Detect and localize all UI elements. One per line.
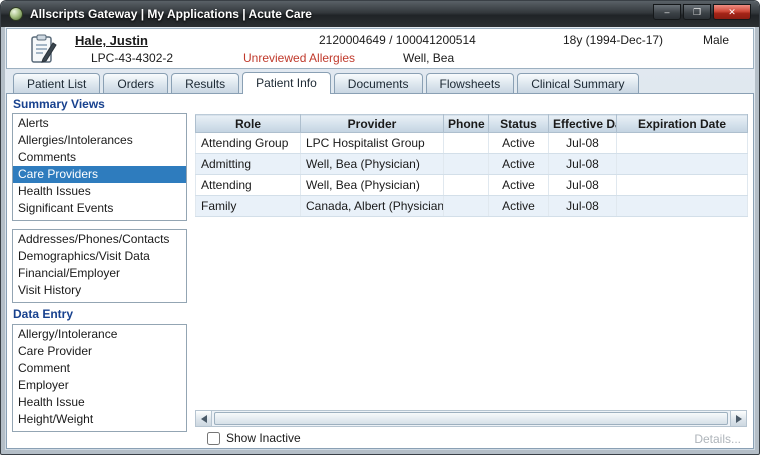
entry-item-health-issue[interactable]: Health Issue <box>13 394 186 411</box>
care-providers-table: Role Provider Phone Status Effective Dat… <box>195 114 748 217</box>
tab-orders[interactable]: Orders <box>103 73 169 93</box>
cell-phone <box>443 195 489 217</box>
table-row[interactable]: Family Canada, Albert (Physician) Active… <box>195 195 748 217</box>
cell-provider: Well, Bea (Physician) <box>300 153 444 175</box>
sidebar-item-demographics-visit-data[interactable]: Demographics/Visit Data <box>13 248 186 265</box>
client-area: Hale, Justin LPC-43-4302-2 2120004649 / … <box>5 27 755 450</box>
summary-views-list: Alerts Allergies/Intolerances Comments C… <box>12 113 187 221</box>
horizontal-scrollbar[interactable] <box>195 410 747 427</box>
attending-provider: Well, Bea <box>403 51 455 65</box>
sidebar-item-significant-events[interactable]: Significant Events <box>13 200 186 217</box>
cell-expiration-date <box>616 153 748 175</box>
summary-views-label: Summary Views <box>13 97 105 111</box>
sidebar-item-financial-employer[interactable]: Financial/Employer <box>13 265 186 282</box>
cell-provider: Canada, Albert (Physician) <box>300 195 444 217</box>
sidebar-item-comments[interactable]: Comments <box>13 149 186 166</box>
cell-role: Attending Group <box>195 132 301 154</box>
tab-clinical-summary[interactable]: Clinical Summary <box>517 73 639 93</box>
sidebar-item-visit-history[interactable]: Visit History <box>13 282 186 299</box>
sidebar-item-health-issues[interactable]: Health Issues <box>13 183 186 200</box>
cell-role: Admitting <box>195 153 301 175</box>
patient-sex: Male <box>702 33 729 47</box>
cell-provider: Well, Bea (Physician) <box>300 174 444 196</box>
show-inactive-control: Show Inactive <box>207 431 301 445</box>
scroll-right-button[interactable] <box>730 411 746 426</box>
cell-status: Active <box>488 174 549 196</box>
patient-info-panel: Summary Views Alerts Allergies/Intoleran… <box>6 93 754 449</box>
cell-expiration-date <box>616 132 748 154</box>
entry-item-comment[interactable]: Comment <box>13 360 186 377</box>
table-header-row: Role Provider Phone Status Effective Dat… <box>195 114 748 133</box>
table-row[interactable]: Admitting Well, Bea (Physician) Active J… <box>195 153 748 175</box>
sidebar-item-alerts[interactable]: Alerts <box>13 115 186 132</box>
cell-effective-date: Jul-08 <box>548 195 617 217</box>
cell-status: Active <box>488 132 549 154</box>
cell-provider: LPC Hospitalist Group <box>300 132 444 154</box>
scroll-left-button[interactable] <box>196 411 212 426</box>
info-views-list: Addresses/Phones/Contacts Demographics/V… <box>12 229 187 303</box>
scroll-right-icon <box>735 414 742 423</box>
cell-phone <box>443 153 489 175</box>
maximize-button[interactable]: ❐ <box>683 4 711 20</box>
column-header-provider[interactable]: Provider <box>300 114 444 133</box>
column-header-expiration-date[interactable]: Expiration Date <box>616 114 748 133</box>
cell-role: Family <box>195 195 301 217</box>
sidebar-item-allergies-intolerances[interactable]: Allergies/Intolerances <box>13 132 186 149</box>
entry-item-height-weight[interactable]: Height/Weight <box>13 411 186 428</box>
cell-status: Active <box>488 153 549 175</box>
cell-phone <box>443 174 489 196</box>
cell-phone <box>443 132 489 154</box>
cell-role: Attending <box>195 174 301 196</box>
table-row[interactable]: Attending Well, Bea (Physician) Active J… <box>195 174 748 196</box>
account-number: 2120004649 / 100041200514 <box>319 33 476 47</box>
column-header-effective-date[interactable]: Effective Date <box>548 114 617 133</box>
cell-effective-date: Jul-08 <box>548 132 617 154</box>
scroll-left-icon <box>200 414 207 423</box>
tab-patient-info[interactable]: Patient Info <box>242 72 331 94</box>
column-header-role[interactable]: Role <box>195 114 301 133</box>
tab-documents[interactable]: Documents <box>333 73 423 93</box>
entry-item-care-provider[interactable]: Care Provider <box>13 343 186 360</box>
window-title: Allscripts Gateway | My Applications | A… <box>30 7 312 21</box>
cell-effective-date: Jul-08 <box>548 174 617 196</box>
tab-results[interactable]: Results <box>171 73 240 93</box>
cell-expiration-date <box>616 174 748 196</box>
entry-item-employer[interactable]: Employer <box>13 377 186 394</box>
cell-expiration-date <box>616 195 748 217</box>
patient-chart-icon <box>29 34 57 67</box>
data-entry-list: Allergy/Intolerance Care Provider Commen… <box>12 324 187 432</box>
minimize-button[interactable]: – <box>653 4 681 20</box>
show-inactive-label: Show Inactive <box>226 431 301 445</box>
sidebar-item-care-providers[interactable]: Care Providers <box>13 166 186 183</box>
details-link[interactable]: Details... <box>694 432 741 446</box>
column-header-status[interactable]: Status <box>488 114 549 133</box>
app-icon <box>9 7 23 21</box>
cell-status: Active <box>488 195 549 217</box>
table-row[interactable]: Attending Group LPC Hospitalist Group Ac… <box>195 132 748 154</box>
allergy-alert[interactable]: Unreviewed Allergies <box>243 51 355 65</box>
app-window: Allscripts Gateway | My Applications | A… <box>0 0 760 455</box>
sidebar-item-addresses-phones-contacts[interactable]: Addresses/Phones/Contacts <box>13 231 186 248</box>
title-bar[interactable]: Allscripts Gateway | My Applications | A… <box>1 1 759 27</box>
close-button[interactable]: ✕ <box>713 4 751 20</box>
show-inactive-checkbox[interactable] <box>207 431 220 445</box>
data-entry-label: Data Entry <box>13 307 74 321</box>
tab-strip: Patient List Orders Results Patient Info… <box>13 72 753 94</box>
tab-patient-list[interactable]: Patient List <box>13 73 101 93</box>
patient-name[interactable]: Hale, Justin <box>75 33 148 48</box>
entry-item-allergy-intolerance[interactable]: Allergy/Intolerance <box>13 326 186 343</box>
column-header-phone[interactable]: Phone <box>443 114 489 133</box>
age-dob: 18y (1994-Dec-17) <box>563 33 664 47</box>
cell-effective-date: Jul-08 <box>548 153 617 175</box>
patient-id: LPC-43-4302-2 <box>91 51 174 65</box>
scrollbar-thumb[interactable] <box>214 412 728 425</box>
tab-flowsheets[interactable]: Flowsheets <box>425 73 515 93</box>
patient-banner: Hale, Justin LPC-43-4302-2 2120004649 / … <box>6 28 754 69</box>
